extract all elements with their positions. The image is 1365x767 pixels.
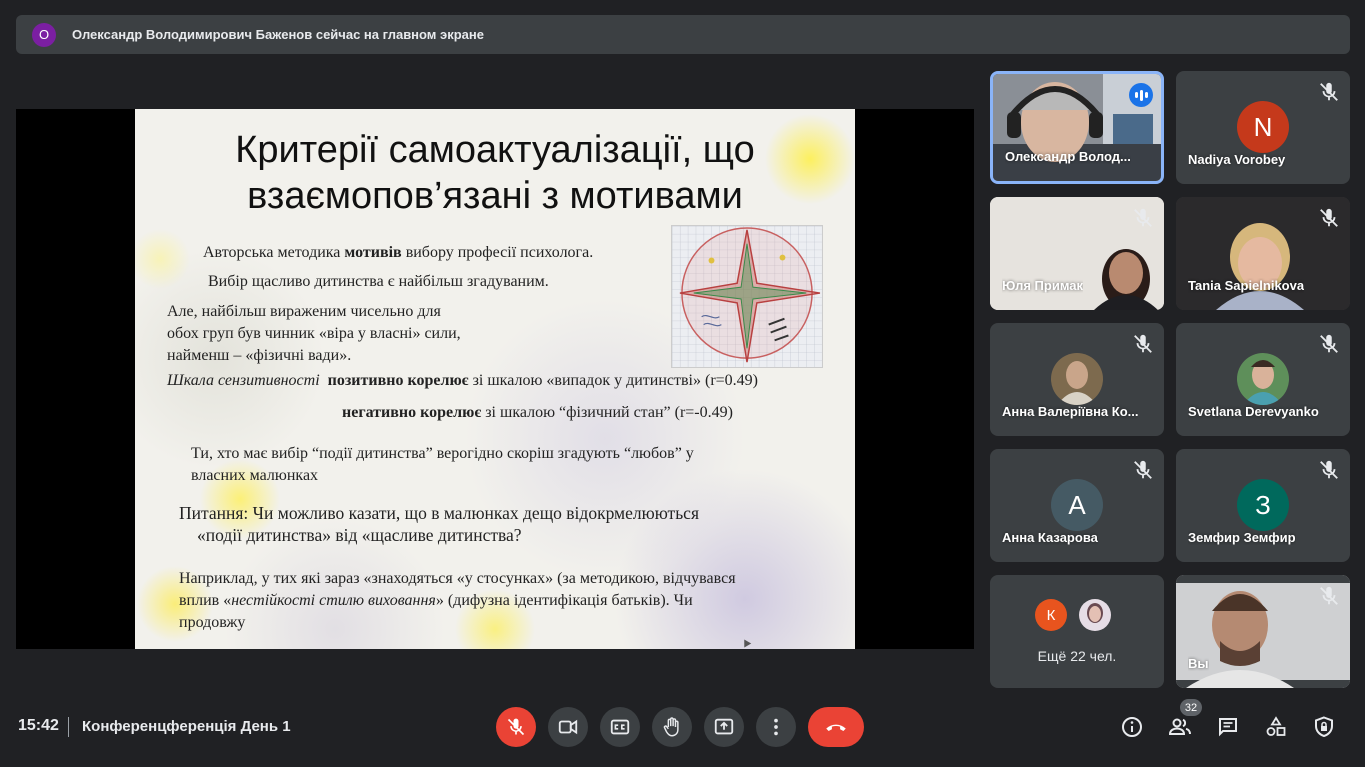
presenter-avatar: О [32,22,56,47]
mic-off-icon [1320,460,1338,479]
more-participant-avatar-photo [1079,599,1111,631]
participant-avatar: А [1051,479,1103,531]
people-icon [1168,718,1191,735]
more-participants-text: Ещё 22 чел. [1037,648,1117,664]
meeting-title: Конференцференція День 1 [82,718,291,735]
self-tile[interactable]: Вы [1176,575,1350,688]
activities-button[interactable] [1263,714,1289,740]
mic-off-icon [1134,208,1152,227]
chat-icon [1219,718,1237,737]
participant-avatar: N [1237,101,1289,153]
participant-tile[interactable]: З Земфир Земфир [1176,449,1350,562]
hang-up-icon [826,724,846,732]
present-screen-button[interactable] [704,707,744,747]
mic-off-icon [507,718,525,736]
meet-window: О Олександр Володимирович Баженов сейчас… [0,0,1365,767]
mic-off-icon [1134,460,1152,479]
people-button[interactable] [1167,714,1193,740]
slide-title-line-1: Критерії самоактуалізації, що [235,129,755,171]
leave-call-button[interactable] [808,707,864,747]
more-participant-avatar: К [1035,599,1067,631]
participant-name: Юля Примак [1002,278,1083,293]
footer-divider [68,717,69,737]
participant-avatar-photo [1237,353,1289,405]
presentation-slide: Критерії самоактуалізації, що взаємопов’… [135,109,855,649]
participant-name: Вы [1188,656,1209,671]
participant-name: Nadiya Vorobey [1188,152,1286,167]
participant-name: Tania Sapielnikova [1188,278,1305,293]
clock: 15:42 [18,717,59,734]
more-participants-tile[interactable]: К Ещё 22 чел. [990,575,1164,688]
captions-button[interactable] [600,707,640,747]
participant-name: Олександр Волод... [1005,149,1131,164]
participant-name: Анна Казарова [1002,530,1098,545]
slide-paragraph-8: Наприклад, у тих які зараз «знаходяться … [179,570,736,631]
presenting-banner: О Олександр Володимирович Баженов сейчас… [16,15,1350,54]
presenting-text: Олександр Володимирович Баженов сейчас н… [72,27,484,42]
slide-title-line-2: взаємопов’язані з мотивами [247,175,743,217]
raise-hand-icon [663,717,679,737]
mic-toggle-button[interactable] [496,707,536,747]
host-controls-button[interactable] [1311,714,1337,740]
participant-tile[interactable]: А Анна Казарова [990,449,1164,562]
main-stage[interactable]: Критерії самоактуалізації, що взаємопов’… [16,109,974,649]
closed-captions-icon [610,719,630,735]
participant-tile[interactable]: Анна Валеріївна Ко... [990,323,1164,436]
shield-lock-icon [1315,716,1333,738]
more-vert-icon [774,718,778,736]
camera-toggle-button[interactable] [548,707,588,747]
slide-drawing-image [671,225,823,368]
slide-paragraph-6: Ти, хто має вибір “події дитинства” веро… [191,445,694,484]
speaking-indicator-icon [1129,83,1153,107]
chat-button[interactable] [1215,714,1241,740]
participant-tile[interactable]: Svetlana Derevyanko [1176,323,1350,436]
present-screen-icon [714,718,734,735]
mic-off-icon [1320,82,1338,101]
mic-off-icon [1320,586,1338,605]
meeting-details-button[interactable] [1119,714,1145,740]
mic-off-icon [1320,334,1338,353]
participant-tile-presenter[interactable]: Олександр Волод... [990,71,1164,184]
slide-title: Критерії самоактуалізації, що взаємопов’… [135,127,855,219]
slide-paragraph-7: Питання: Чи можливо казати, що в малюнка… [179,503,699,545]
participant-name: Анна Валеріївна Ко... [1002,404,1139,419]
slide-paragraph-3: Але, найбільш вираженим чисельно для обо… [167,303,461,364]
participant-tile[interactable]: Юля Примак [990,197,1164,310]
activities-icon [1266,716,1286,736]
participant-tile[interactable]: Tania Sapielnikova [1176,197,1350,310]
mic-off-icon [1134,334,1152,353]
camera-icon [558,719,578,735]
participant-name: Svetlana Derevyanko [1188,404,1319,419]
mic-off-icon [1320,208,1338,227]
info-icon [1122,717,1142,737]
more-options-button[interactable] [756,707,796,747]
participant-count-badge: 32 [1180,699,1202,716]
slide-paragraph-5: негативно корелює зі шкалою “фізичний ст… [342,404,733,421]
participant-avatar-photo [1051,353,1103,405]
participant-name: Земфир Земфир [1188,530,1296,545]
participant-tile[interactable]: N Nadiya Vorobey [1176,71,1350,184]
mouse-cursor [740,637,752,648]
slide-paragraph-4: Шкала сензитивності позитивно корелює зі… [167,372,759,389]
participant-avatar: З [1237,479,1289,531]
raise-hand-button[interactable] [652,707,692,747]
slide-paragraph-2: Вибір щасливо дитинства є найбільш згаду… [208,273,549,290]
slide-paragraph-1: Авторська методика мотивів вибору профес… [203,244,594,261]
